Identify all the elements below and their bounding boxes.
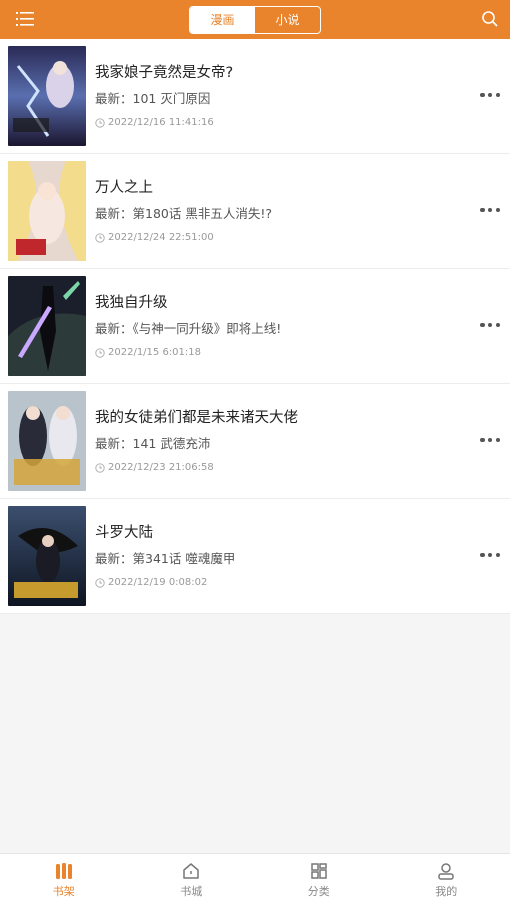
clock-icon xyxy=(95,463,105,473)
list-item[interactable]: 我独自升级 最新：《与神一同升级》即将上线! 2022/1/15 6:01:18 xyxy=(0,269,510,384)
tab-comics[interactable]: 漫画 xyxy=(190,6,255,33)
update-time: 2022/12/24 22:51:00 xyxy=(95,232,272,244)
more-options-icon[interactable] xyxy=(480,318,500,332)
comic-title: 我独自升级 xyxy=(95,295,168,311)
update-time-text: 2022/12/24 22:51:00 xyxy=(108,232,214,243)
nav-label: 分类 xyxy=(307,885,330,898)
clock-icon xyxy=(95,118,105,128)
user-icon xyxy=(438,863,454,880)
update-time: 2022/1/15 6:01:18 xyxy=(95,347,281,359)
clock-icon xyxy=(95,348,105,358)
update-time-text: 2022/12/23 21:06:58 xyxy=(108,462,214,473)
more-options-icon[interactable] xyxy=(480,203,500,217)
nav-bookshelf[interactable]: 书架 xyxy=(0,854,128,900)
category-grid-icon xyxy=(311,863,327,879)
latest-chapter: 最新：141 武德充沛 xyxy=(95,436,211,451)
comic-cover xyxy=(8,391,86,491)
top-bar: 漫画 小说 xyxy=(0,0,510,39)
comic-cover xyxy=(8,276,86,376)
nav-label: 书城 xyxy=(180,885,203,898)
comic-title: 万人之上 xyxy=(95,180,153,196)
content-type-switch: 漫画 小说 xyxy=(189,5,321,34)
list-item[interactable]: 我的女徒弟们都是未来诸天大佬 最新：141 武德充沛 2022/12/23 21… xyxy=(0,384,510,499)
update-time: 2022/12/16 11:41:16 xyxy=(95,117,233,129)
clock-icon xyxy=(95,578,105,588)
latest-chapter: 最新：《与神一同升级》即将上线! xyxy=(95,321,282,336)
comic-cover xyxy=(8,506,86,606)
latest-chapter: 最新：101 灭门原因 xyxy=(95,91,211,106)
update-time: 2022/12/19 0:08:02 xyxy=(95,577,235,589)
more-options-icon[interactable] xyxy=(480,548,500,562)
nav-category[interactable]: 分类 xyxy=(255,854,383,900)
home-icon xyxy=(183,863,199,879)
clock-icon xyxy=(95,233,105,243)
bookshelf-icon xyxy=(55,863,72,879)
nav-bookstore[interactable]: 书城 xyxy=(128,854,256,900)
bookshelf-list: 我家娘子竟然是女帝? 最新：101 灭门原因 2022/12/16 11:41:… xyxy=(0,39,510,614)
comic-cover xyxy=(8,161,86,261)
nav-label: 我的 xyxy=(435,885,458,898)
latest-chapter: 最新：第341话 噬魂魔甲 xyxy=(95,551,236,566)
update-time: 2022/12/23 21:06:58 xyxy=(95,462,298,474)
tab-novels[interactable]: 小说 xyxy=(255,7,320,33)
list-item[interactable]: 斗罗大陆 最新：第341话 噬魂魔甲 2022/12/19 0:08:02 xyxy=(0,499,510,614)
list-item[interactable]: 我家娘子竟然是女帝? 最新：101 灭门原因 2022/12/16 11:41:… xyxy=(0,39,510,154)
more-options-icon[interactable] xyxy=(480,433,500,447)
update-time-text: 2022/1/15 6:01:18 xyxy=(108,347,202,358)
comic-title: 我的女徒弟们都是未来诸天大佬 xyxy=(95,410,298,426)
comic-title: 斗罗大陆 xyxy=(95,525,153,541)
list-menu-icon[interactable] xyxy=(16,11,34,27)
list-item[interactable]: 万人之上 最新：第180话 黑非五人消失!? 2022/12/24 22:51:… xyxy=(0,154,510,269)
bottom-navigation: 书架 书城 分类 我的 xyxy=(0,853,510,900)
update-time-text: 2022/12/16 11:41:16 xyxy=(108,117,214,128)
nav-label: 书架 xyxy=(52,885,75,898)
comic-title: 我家娘子竟然是女帝? xyxy=(95,65,234,81)
more-options-icon[interactable] xyxy=(480,88,500,102)
comic-cover xyxy=(8,46,86,146)
search-icon[interactable] xyxy=(480,9,500,29)
latest-chapter: 最新：第180话 黑非五人消失!? xyxy=(95,206,272,221)
update-time-text: 2022/12/19 0:08:02 xyxy=(108,577,208,588)
nav-profile[interactable]: 我的 xyxy=(383,854,510,900)
